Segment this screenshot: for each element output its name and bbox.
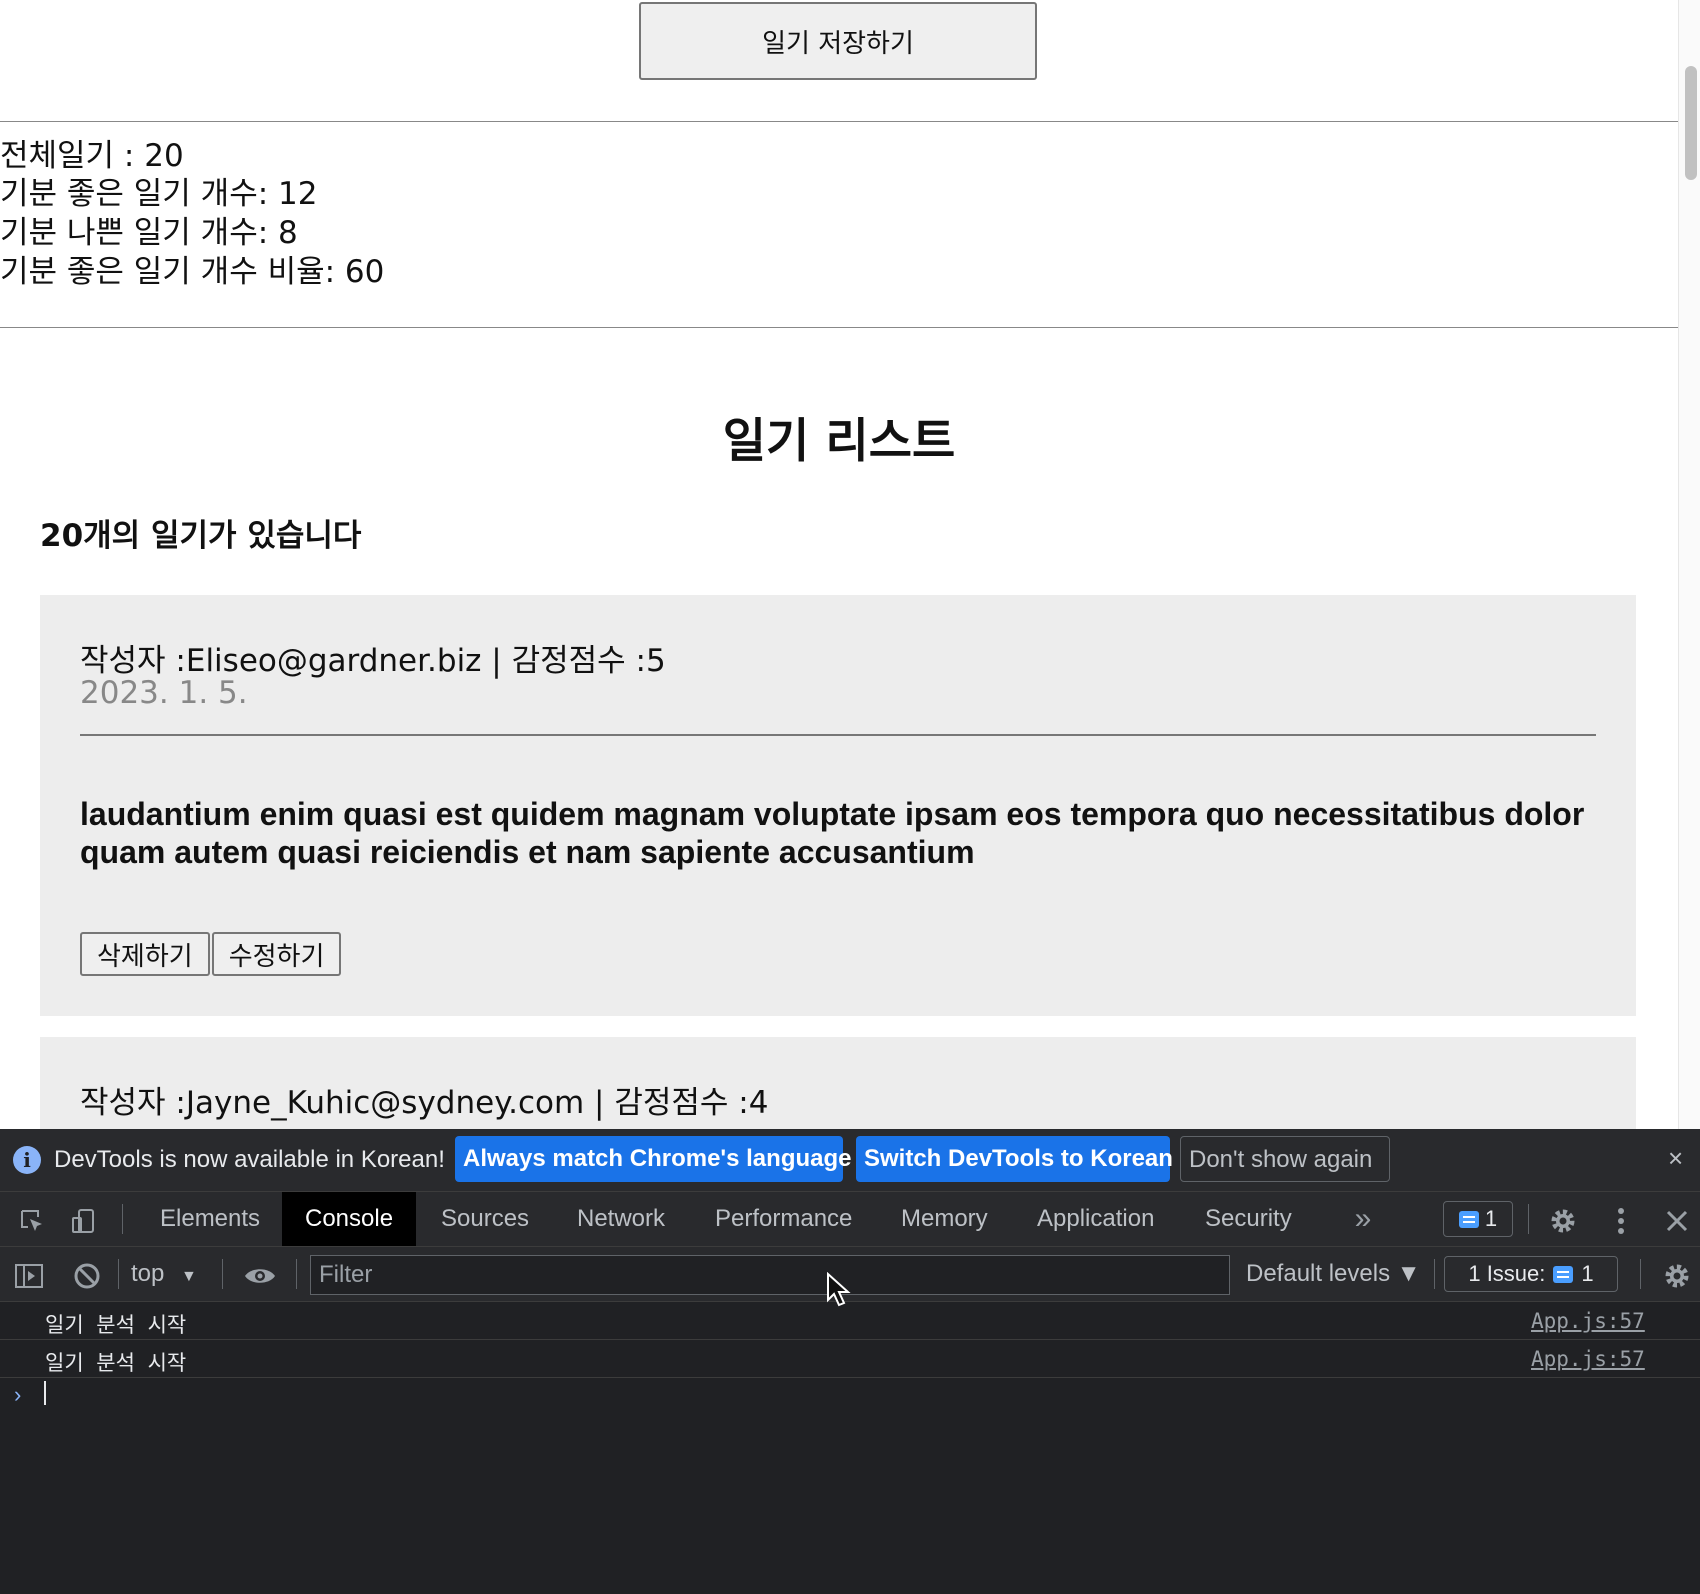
switch-to-korean-button[interactable]: Switch DevTools to Korean [856, 1136, 1173, 1182]
page-scrollbar[interactable] [1678, 0, 1700, 1129]
diary-content: laudantium enim quasi est quidem magnam … [80, 796, 1585, 870]
tab-console[interactable]: Console [282, 1192, 417, 1246]
kebab-menu-icon[interactable] [1604, 1192, 1638, 1246]
tab-network[interactable]: Network [566, 1192, 676, 1246]
issues-label: 1 Issue: [1468, 1261, 1546, 1286]
separator [296, 1259, 297, 1289]
tab-memory[interactable]: Memory [891, 1192, 998, 1246]
close-icon[interactable] [1660, 1192, 1694, 1246]
separator [1434, 1259, 1435, 1289]
infobar-message: DevTools is now available in Korean! [54, 1146, 445, 1173]
divider [0, 121, 1678, 122]
log-text: 일기 분석 시작 [45, 1351, 187, 1375]
log-source-link[interactable]: App.js:57 [1531, 1309, 1645, 1333]
diary-meta: 작성자 :Eliseo@gardner.biz | 감정점수 :5 [80, 643, 666, 679]
messages-badge[interactable]: 1 [1443, 1201, 1513, 1237]
list-count: 20개의 일기가 있습니다 [40, 518, 362, 554]
gear-icon[interactable] [1546, 1192, 1580, 1246]
scrollbar-thumb[interactable] [1685, 66, 1697, 180]
tab-sources[interactable]: Sources [430, 1192, 540, 1246]
tab-security[interactable]: Security [1195, 1192, 1302, 1246]
tab-elements[interactable]: Elements [148, 1192, 272, 1246]
tab-application[interactable]: Application [1026, 1192, 1165, 1246]
context-selector[interactable]: top ▼ [131, 1247, 197, 1301]
message-count: 1 [1484, 1206, 1498, 1231]
log-levels-dropdown[interactable]: Default levels ▼ [1246, 1247, 1421, 1301]
separator [122, 1204, 123, 1234]
diary-actions: 삭제하기 수정하기 [80, 932, 342, 976]
log-text: 일기 분석 시작 [45, 1313, 187, 1337]
language-infobar: i DevTools is now available in Korean! A… [0, 1129, 1700, 1192]
sidebar-toggle-icon[interactable] [12, 1247, 46, 1301]
chevron-down-icon: ▼ [181, 1268, 197, 1285]
separator [1640, 1259, 1641, 1289]
close-icon[interactable]: × [1668, 1143, 1683, 1174]
separator [222, 1259, 223, 1289]
eye-icon[interactable] [242, 1247, 278, 1301]
diary-item: 작성자 :Eliseo@gardner.biz | 감정점수 :5 2023. … [40, 595, 1636, 1016]
separator [118, 1259, 119, 1289]
divider [0, 327, 1678, 328]
log-source-link[interactable]: App.js:57 [1531, 1347, 1645, 1371]
issues-button[interactable]: 1 Issue: 1 [1444, 1256, 1618, 1292]
prompt-chevron-icon: › [14, 1382, 22, 1407]
diary-date: 2023. 1. 5. [80, 675, 248, 711]
list-title: 일기 리스트 [722, 414, 956, 469]
always-match-language-button[interactable]: Always match Chrome's language [455, 1136, 852, 1182]
save-diary-button[interactable]: 일기 저장하기 [639, 2, 1037, 80]
console-prompt-input[interactable] [44, 1381, 46, 1405]
more-tabs-icon[interactable]: » [1346, 1192, 1380, 1246]
chat-icon [1458, 1210, 1479, 1228]
page-viewport: 일기 저장하기 전체일기 : 20 기분 좋은 일기 개수: 12 기분 나쁜 … [0, 0, 1678, 1129]
diary-meta: 작성자 :Jayne_Kuhic@sydney.com | 감정점수 :4 [80, 1085, 769, 1121]
inspect-element-icon[interactable] [14, 1192, 50, 1246]
delete-button[interactable]: 삭제하기 [80, 932, 210, 976]
diary-item: 작성자 :Jayne_Kuhic@sydney.com | 감정점수 :4 [40, 1037, 1636, 1129]
gear-icon[interactable] [1660, 1247, 1694, 1301]
devtools-panel: i DevTools is now available in Korean! A… [0, 1129, 1700, 1594]
context-label: top [131, 1260, 165, 1287]
clear-console-icon[interactable] [70, 1247, 104, 1301]
issues-count: 1 [1581, 1261, 1594, 1286]
chat-icon [1553, 1265, 1574, 1283]
dont-show-again-button[interactable]: Don't show again [1180, 1136, 1390, 1182]
device-toolbar-icon[interactable] [66, 1192, 102, 1246]
edit-button[interactable]: 수정하기 [211, 932, 342, 976]
diary-divider [80, 734, 1596, 736]
devtools-tabbar: Elements Console Sources Network Perform… [0, 1192, 1700, 1247]
console-message: 일기 분석 시작 App.js:57 [0, 1340, 1700, 1378]
stat-ratio: 기분 좋은 일기 개수 비율: 60 [0, 254, 385, 290]
info-icon: i [13, 1146, 41, 1174]
tab-performance[interactable]: Performance [703, 1192, 864, 1246]
separator [1528, 1204, 1529, 1234]
filter-input[interactable] [310, 1255, 1230, 1295]
